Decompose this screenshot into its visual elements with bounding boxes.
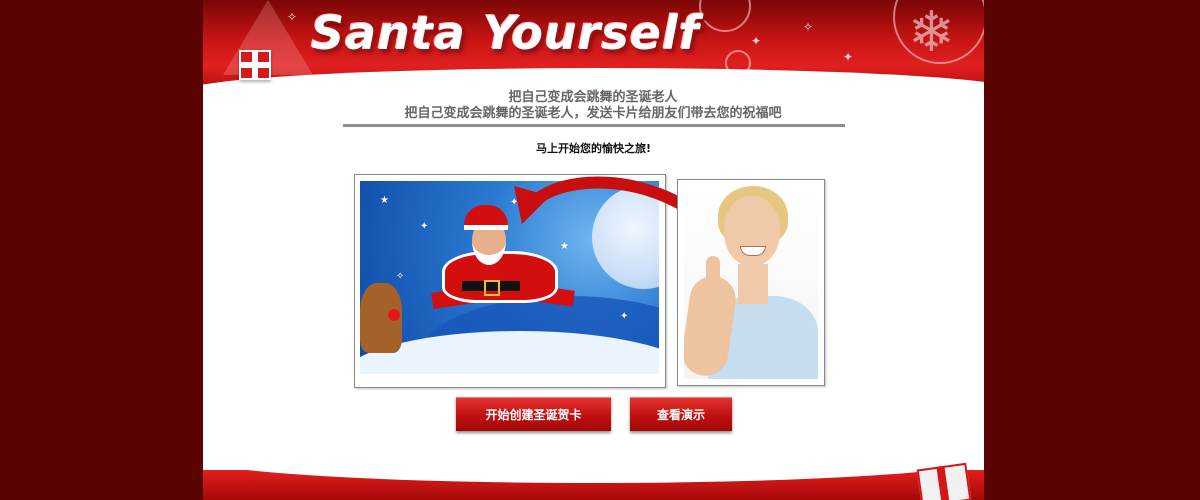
- header-banner: ❄ ✦ ✧ ✦ ✧ Santa Yourself: [203, 0, 984, 88]
- woman-photo-image: [684, 186, 818, 379]
- divider: [343, 124, 845, 127]
- create-card-button[interactable]: 开始创建圣诞贺卡: [456, 397, 611, 431]
- intro-text: 把自己变成会跳舞的圣诞老人 把自己变成会跳舞的圣诞老人，发送卡片给朋友们带去您的…: [343, 90, 843, 122]
- banner-wave: [203, 68, 984, 88]
- site-logo[interactable]: Santa Yourself: [311, 6, 700, 60]
- sparkle-icon: ✧: [803, 20, 814, 34]
- gift-icon: [916, 462, 972, 500]
- view-demo-button[interactable]: 查看演示: [630, 397, 732, 431]
- sparkle-icon: ✦: [751, 34, 762, 48]
- sparkle-icon: ✧: [287, 10, 298, 24]
- woman-photo-frame: [677, 179, 825, 386]
- thumb-up-icon: [706, 256, 720, 290]
- ornament-decoration: [699, 0, 751, 32]
- woman-neck: [738, 264, 768, 304]
- cta-text: 马上开始您的愉快之旅!: [535, 142, 652, 155]
- sparkle-icon: ✦: [843, 50, 854, 64]
- gift-icon: [239, 50, 271, 80]
- intro-line-2: 把自己变成会跳舞的圣诞老人，发送卡片给朋友们带去您的祝福吧: [404, 106, 782, 121]
- page-container: ❄ ✦ ✧ ✦ ✧ Santa Yourself 把自己变成会跳舞的圣诞老人 把…: [203, 0, 984, 500]
- intro-line-1: 把自己变成会跳舞的圣诞老人: [508, 90, 678, 105]
- arrow-icon: [514, 176, 705, 224]
- snowflake-icon: ❄: [908, 0, 955, 65]
